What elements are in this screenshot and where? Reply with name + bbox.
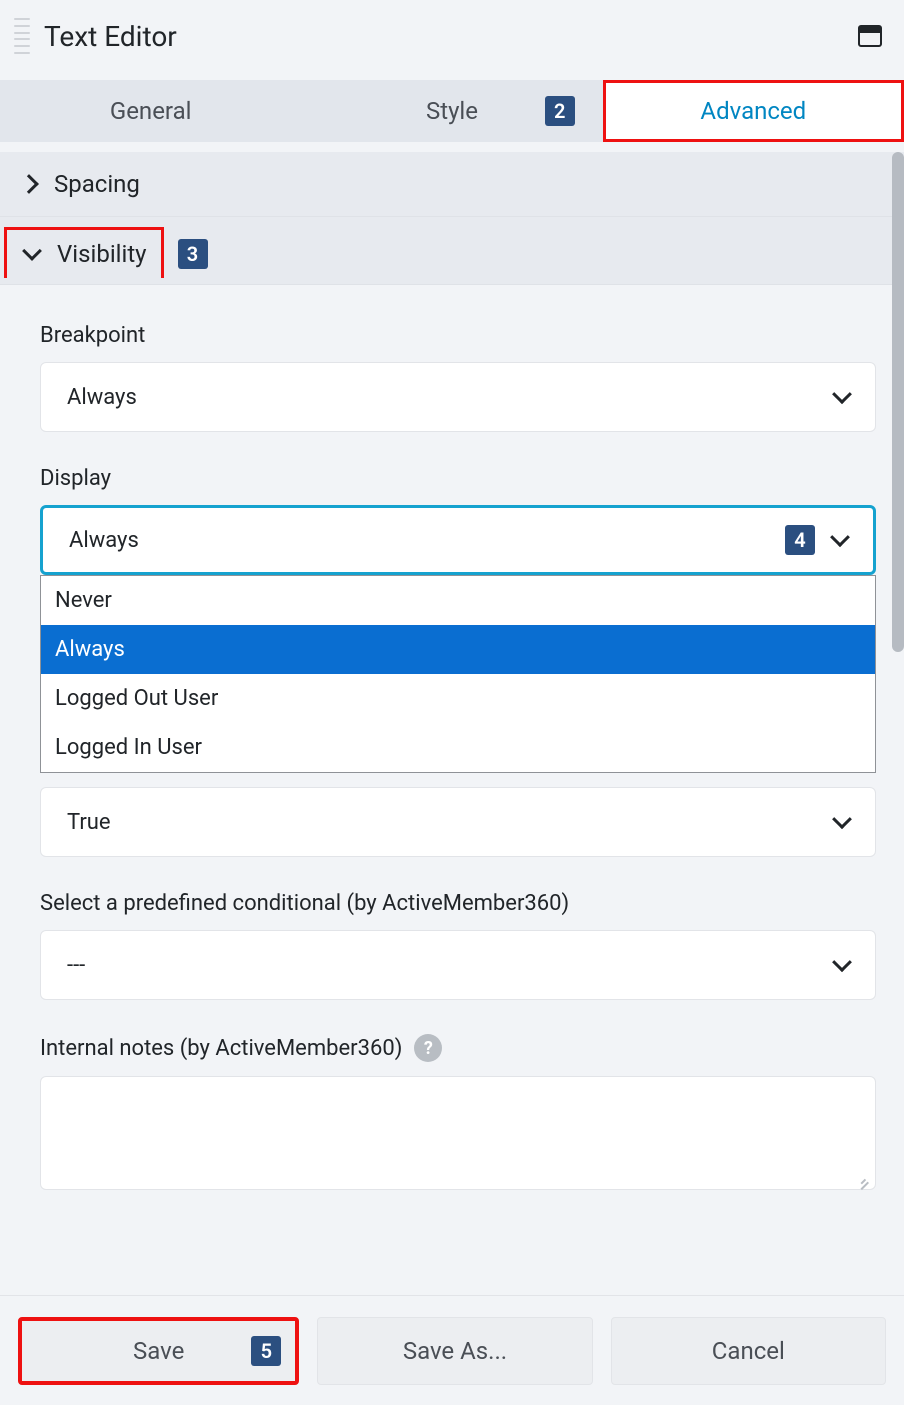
visibility-panel: Breakpoint Always Display Always 4 Never…	[0, 285, 904, 1198]
tabs: General Style 2 Advanced	[0, 80, 904, 142]
display-label: Display	[40, 466, 876, 491]
section-spacing-label: Spacing	[54, 170, 140, 198]
section-visibility[interactable]: Visibility	[4, 227, 164, 278]
chevron-down-icon	[22, 241, 42, 261]
display-option-logged-out[interactable]: Logged Out User	[41, 674, 875, 723]
tab-advanced[interactable]: Advanced	[603, 80, 904, 142]
drag-handle-icon[interactable]	[14, 18, 30, 54]
window-icon[interactable]	[858, 25, 882, 47]
display-option-logged-in[interactable]: Logged In User	[41, 723, 875, 772]
tab-style[interactable]: Style 2	[301, 80, 602, 142]
notes-textarea[interactable]	[40, 1076, 876, 1190]
save-as-button[interactable]: Save As...	[317, 1317, 592, 1385]
section-spacing[interactable]: Spacing	[0, 152, 904, 217]
visibility-step-badge: 3	[178, 239, 208, 269]
chevron-down-icon	[830, 527, 850, 547]
style-step-badge: 2	[545, 96, 575, 126]
breakpoint-select[interactable]: Always	[40, 362, 876, 432]
resize-grip-icon[interactable]	[855, 1169, 869, 1183]
help-icon[interactable]: ?	[414, 1034, 442, 1062]
conditional-value: ---	[67, 953, 85, 978]
scrollbar[interactable]	[892, 152, 904, 652]
display-option-never[interactable]: Never	[41, 576, 875, 625]
section-visibility-row: Visibility 3	[0, 217, 904, 285]
chevron-down-icon	[832, 384, 852, 404]
display-select[interactable]: Always 4	[40, 505, 876, 575]
tab-general[interactable]: General	[0, 80, 301, 142]
display-option-always[interactable]: Always	[41, 625, 875, 674]
save-step-badge: 5	[251, 1336, 281, 1366]
display-value: Always	[69, 528, 139, 553]
content-area: Spacing Visibility 3 Breakpoint Always D…	[0, 152, 904, 1405]
cancel-button[interactable]: Cancel	[611, 1317, 886, 1385]
breakpoint-label: Breakpoint	[40, 323, 876, 348]
chevron-down-icon	[832, 809, 852, 829]
display-dropdown: Never Always Logged Out User Logged In U…	[40, 575, 876, 773]
display-step-badge: 4	[785, 525, 815, 555]
true-value: True	[67, 810, 111, 835]
conditional-select[interactable]: ---	[40, 930, 876, 1000]
editor-header: Text Editor	[0, 0, 904, 80]
chevron-right-icon	[19, 174, 39, 194]
save-button[interactable]: Save 5	[18, 1317, 299, 1385]
editor-title: Text Editor	[44, 20, 177, 53]
true-select[interactable]: True	[40, 787, 876, 857]
breakpoint-value: Always	[67, 385, 137, 410]
notes-label: Internal notes (by ActiveMember360) ?	[40, 1034, 876, 1062]
conditional-label: Select a predefined conditional (by Acti…	[40, 891, 876, 916]
footer: Save 5 Save As... Cancel	[0, 1295, 904, 1405]
section-visibility-label: Visibility	[57, 240, 147, 268]
chevron-down-icon	[832, 952, 852, 972]
